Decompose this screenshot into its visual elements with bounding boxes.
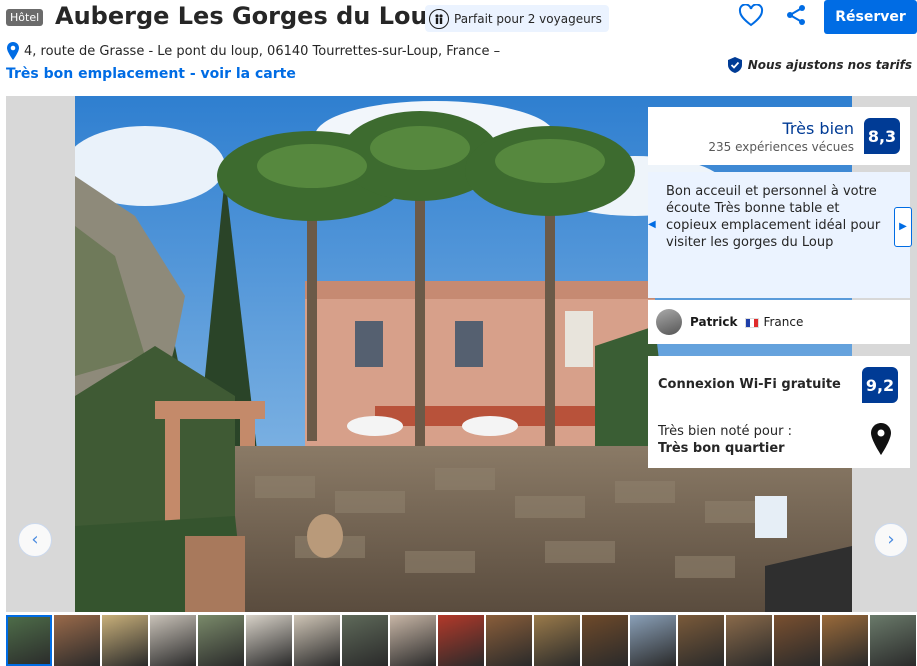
travelers-badge: Parfait pour 2 voyageurs <box>425 5 609 32</box>
travelers-label: Parfait pour 2 voyageurs <box>454 11 602 26</box>
reviewer-country-label: France <box>763 315 804 329</box>
map-pin-icon <box>7 42 19 60</box>
review-count: 235 expériences vécues <box>708 140 854 154</box>
wifi-score-badge: 9,2 <box>862 367 898 403</box>
address-text: 4, route de Grasse - Le pont du loup, 06… <box>24 43 501 59</box>
review-prev-icon[interactable]: ◀ <box>648 219 656 230</box>
guest-review-card: ◀ Bon acceuil et personnel à votre écout… <box>648 172 912 298</box>
shield-check-icon <box>727 57 742 73</box>
gallery-thumbnail[interactable] <box>486 615 532 666</box>
price-match-notice[interactable]: Nous ajustons nos tarifs <box>726 56 912 74</box>
gallery-thumbnail[interactable] <box>54 615 100 666</box>
gallery-next-button[interactable]: › <box>874 523 908 557</box>
gallery-thumbnail[interactable] <box>390 615 436 666</box>
gallery-thumbnail[interactable] <box>726 615 772 666</box>
gallery-thumbnail[interactable] <box>630 615 676 666</box>
price-match-label: Nous ajustons nos tarifs <box>747 58 912 72</box>
review-text: Bon acceuil et personnel à votre écoute … <box>666 184 881 250</box>
score-badge: 8,3 <box>864 118 900 154</box>
hotel-name: Auberge Les Gorges du Loup <box>55 2 445 30</box>
gallery-thumbnail[interactable] <box>102 615 148 666</box>
gallery-thumbnail[interactable] <box>822 615 868 666</box>
gallery-thumbnail[interactable] <box>438 615 484 666</box>
reviewer-name: Patrick <box>690 315 738 329</box>
heart-icon[interactable] <box>738 4 764 28</box>
reviewer-country: France <box>745 315 803 329</box>
gallery-thumbnail[interactable] <box>150 615 196 666</box>
gallery-thumbnail[interactable] <box>246 615 292 666</box>
area-rating-value: Très bon quartier <box>658 441 785 456</box>
reserve-button[interactable]: Réserver <box>824 0 917 34</box>
gallery-thumbnail[interactable] <box>582 615 628 666</box>
gallery-prev-button[interactable]: ‹ <box>18 523 52 557</box>
gallery-thumbnail[interactable] <box>774 615 820 666</box>
hotel-type-badge: Hôtel <box>6 9 44 26</box>
france-flag-icon <box>745 317 760 328</box>
thumbnail-strip <box>6 615 917 666</box>
review-score-card[interactable]: Très bien 235 expériences vécues 8,3 <box>648 107 910 165</box>
location-pin-icon <box>871 423 891 455</box>
gallery-thumbnail[interactable] <box>870 615 916 666</box>
highlights-card: Connexion Wi-Fi gratuite 9,2 Très bien n… <box>648 356 910 468</box>
share-icon[interactable] <box>784 3 808 27</box>
location-map-link[interactable]: Très bon emplacement - voir la carte <box>6 66 296 82</box>
avatar <box>656 309 682 335</box>
gallery-thumbnail[interactable] <box>6 615 52 666</box>
review-next-button[interactable]: ▶ <box>894 207 912 247</box>
score-label: Très bien <box>782 119 855 138</box>
gallery-thumbnail[interactable] <box>678 615 724 666</box>
wifi-label: Connexion Wi-Fi gratuite <box>658 377 841 392</box>
two-people-icon <box>429 8 449 29</box>
gallery-thumbnail[interactable] <box>198 615 244 666</box>
reviewer-info: Patrick France <box>648 300 910 344</box>
gallery-thumbnail[interactable] <box>294 615 340 666</box>
gallery-thumbnail[interactable] <box>534 615 580 666</box>
address-row: 4, route de Grasse - Le pont du loup, 06… <box>6 41 500 61</box>
area-rating-label: Très bien noté pour : <box>658 424 792 439</box>
gallery-thumbnail[interactable] <box>342 615 388 666</box>
